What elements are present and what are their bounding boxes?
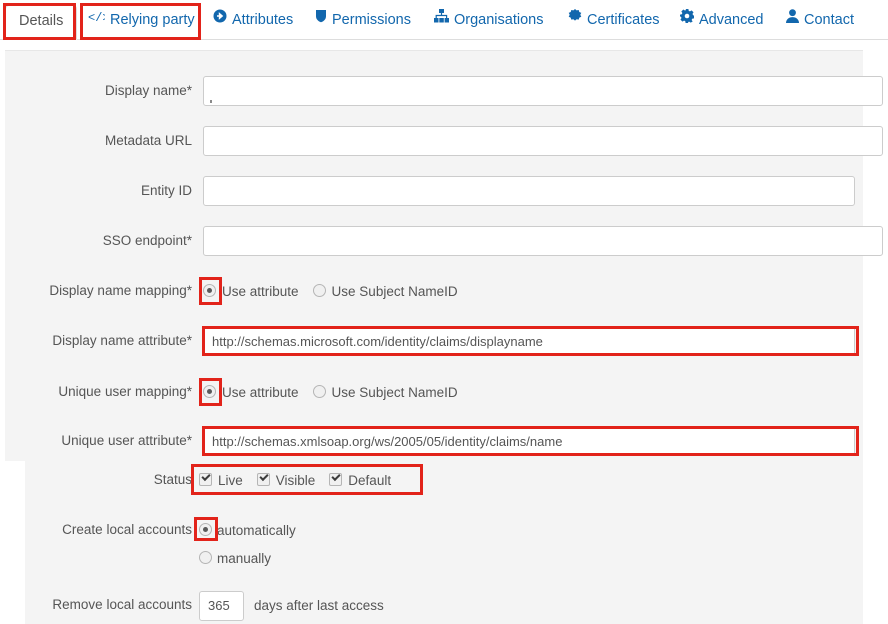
create-local-accounts-manual-group: manually xyxy=(199,541,271,575)
tab-certificates-label: Certificates xyxy=(587,12,660,28)
status-group: Live Visible Default xyxy=(199,463,391,497)
text-cursor-marker xyxy=(210,100,212,103)
checkbox-status-visible[interactable] xyxy=(257,473,270,486)
radio-display-name-mapping-use-attribute[interactable] xyxy=(203,284,216,297)
field-row-status: Status Live Visible Default xyxy=(0,463,888,497)
checkbox-status-live[interactable] xyxy=(199,473,212,486)
unique-user-attribute-input[interactable] xyxy=(203,426,855,456)
remove-local-accounts-group: days after last access xyxy=(199,588,384,622)
sso-endpoint-label: SSO endpoint* xyxy=(0,224,192,258)
tab-permissions[interactable]: Permissions xyxy=(315,6,411,34)
entity-id-input[interactable] xyxy=(203,176,855,206)
display-name-attribute-input[interactable] xyxy=(203,326,855,356)
field-row-entity-id: Entity ID xyxy=(0,174,888,208)
unique-user-mapping-label: Unique user mapping* xyxy=(0,375,192,409)
tab-advanced-label: Advanced xyxy=(699,12,764,28)
field-row-sso-endpoint: SSO endpoint* xyxy=(0,224,888,258)
field-row-create-local-accounts-manually: manually xyxy=(0,541,888,575)
display-name-mapping-group: Use attribute Use Subject NameID xyxy=(203,274,458,308)
radio-create-local-accounts-manually[interactable] xyxy=(199,551,212,564)
field-row-metadata-url: Metadata URL xyxy=(0,124,888,158)
status-label: Status xyxy=(0,463,192,497)
metadata-url-label: Metadata URL xyxy=(0,124,192,158)
radio-create-local-accounts-manually-label: manually xyxy=(217,542,271,576)
radio-create-local-accounts-automatically[interactable] xyxy=(199,523,212,536)
tab-bar: Details </> Relying party Attributes Per… xyxy=(0,0,888,40)
field-row-unique-user-mapping: Unique user mapping* Use attribute Use Su… xyxy=(0,375,888,409)
remove-local-accounts-days-input[interactable] xyxy=(199,591,244,621)
tab-organisations[interactable]: Organisations xyxy=(434,6,543,34)
checkbox-status-default-label: Default xyxy=(348,464,391,498)
radio-display-name-mapping-use-attribute-label: Use attribute xyxy=(222,275,299,309)
remove-local-accounts-suffix: days after last access xyxy=(254,589,384,623)
tab-certificates[interactable]: Certificates xyxy=(568,6,660,34)
svg-text:</>: </> xyxy=(88,11,105,23)
code-icon: </> xyxy=(88,5,105,33)
certificate-icon xyxy=(568,5,582,33)
tab-attributes[interactable]: Attributes xyxy=(213,6,293,34)
arrow-circle-icon xyxy=(213,5,227,33)
tab-advanced[interactable]: Advanced xyxy=(680,6,764,34)
metadata-url-input[interactable] xyxy=(203,126,883,156)
field-row-display-name-mapping: Display name mapping* Use attribute Use S… xyxy=(0,274,888,308)
user-icon xyxy=(786,5,799,33)
unique-user-attribute-label: Unique user attribute* xyxy=(0,424,192,458)
tab-organisations-label: Organisations xyxy=(454,12,543,28)
entity-id-label: Entity ID xyxy=(0,174,192,208)
radio-unique-user-mapping-use-attribute-label: Use attribute xyxy=(222,376,299,410)
tab-attributes-label: Attributes xyxy=(232,12,293,28)
radio-display-name-mapping-use-nameid[interactable] xyxy=(313,284,326,297)
radio-unique-user-mapping-use-nameid[interactable] xyxy=(313,385,326,398)
checkbox-status-live-label: Live xyxy=(218,464,243,498)
tab-contact[interactable]: Contact xyxy=(786,6,854,34)
shield-icon xyxy=(315,5,327,33)
display-name-mapping-label: Display name mapping* xyxy=(0,274,192,308)
radio-display-name-mapping-use-nameid-label: Use Subject NameID xyxy=(332,275,458,309)
tab-details-label: Details xyxy=(19,13,63,29)
field-row-remove-local-accounts: Remove local accounts days after last ac… xyxy=(0,588,888,622)
tab-permissions-label: Permissions xyxy=(332,12,411,28)
tab-details[interactable]: Details xyxy=(5,5,77,40)
field-row-display-name-attribute: Display name attribute* xyxy=(0,324,888,358)
display-name-attribute-label: Display name attribute* xyxy=(0,324,192,358)
checkbox-status-visible-label: Visible xyxy=(276,464,316,498)
unique-user-mapping-group: Use attribute Use Subject NameID xyxy=(203,375,458,409)
tab-relying-party-label: Relying party xyxy=(110,12,195,28)
field-row-unique-user-attribute: Unique user attribute* xyxy=(0,424,888,458)
gear-icon xyxy=(680,5,694,33)
display-name-input[interactable] xyxy=(203,76,883,106)
field-row-display-name: Display name* xyxy=(0,74,888,108)
remove-local-accounts-label: Remove local accounts xyxy=(0,588,192,622)
radio-unique-user-mapping-use-nameid-label: Use Subject NameID xyxy=(332,376,458,410)
tab-relying-party[interactable]: </> Relying party xyxy=(88,6,195,34)
checkbox-status-default[interactable] xyxy=(329,473,342,486)
sso-endpoint-input[interactable] xyxy=(203,226,883,256)
radio-unique-user-mapping-use-attribute[interactable] xyxy=(203,385,216,398)
tab-contact-label: Contact xyxy=(804,12,854,28)
sitemap-icon xyxy=(434,5,449,33)
display-name-label: Display name* xyxy=(0,74,192,108)
